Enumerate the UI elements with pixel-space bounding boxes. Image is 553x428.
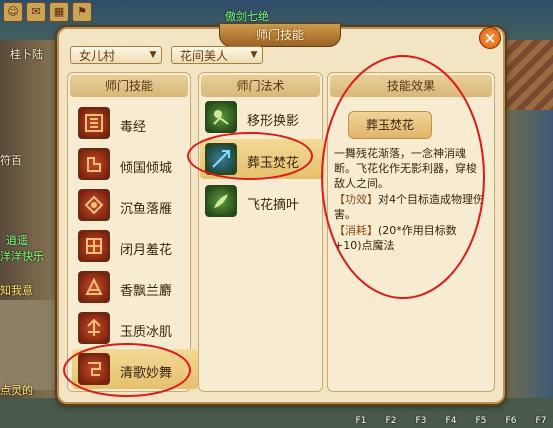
close-button[interactable]: × <box>479 27 501 49</box>
f2-key[interactable]: F2 <box>380 416 402 426</box>
school-skills-panel: 师门技能 毒经 倾国倾城 沉鱼落雁 闭月羞花 香飘兰麝 玉质冰肌 清歌妙舞 <box>67 72 198 392</box>
f6-key[interactable]: F6 <box>500 416 522 426</box>
f3-key[interactable]: F3 <box>410 416 432 426</box>
school-dropdown-value: 女儿村 <box>79 49 116 63</box>
map-name: 傲剑七绝 <box>225 10 269 23</box>
effect-line: 【功效】对4个目标造成物理伤害。 <box>334 192 484 222</box>
chevron-down-icon: ▼ <box>149 50 157 60</box>
fish-goose-icon <box>78 189 110 221</box>
chat-line-2: 洋洋快乐 <box>0 250 44 263</box>
school-skill-item[interactable]: 倾国倾城 <box>78 148 190 186</box>
effect-skill-title: 葬玉焚花 <box>348 111 432 139</box>
school-skill-item[interactable]: 毒经 <box>78 107 190 145</box>
mail-icon[interactable]: ✉ <box>26 2 46 22</box>
calendar-icon[interactable]: ▦ <box>49 2 69 22</box>
flag-icon[interactable]: ⚑ <box>72 2 92 22</box>
school-skill-window: 师门技能 × 女儿村 ▼ 花间美人 ▼ 师门技能 毒经 倾国倾城 沉鱼落雁 闭月… <box>57 23 505 404</box>
skill-label: 清歌妙舞 <box>120 366 173 381</box>
effect-panel: 技能效果 葬玉焚花 一舞残花渐落，一念神消魂断。飞花化作无影利器，穿梭敌人之间。… <box>327 72 495 392</box>
jade-skin-icon <box>78 312 110 344</box>
class-dropdown-value: 花间美人 <box>180 49 229 63</box>
f1-key[interactable]: F1 <box>350 416 372 426</box>
beauty-icon <box>78 148 110 180</box>
class-dropdown[interactable]: 花间美人 ▼ <box>171 46 263 64</box>
method-item[interactable]: 移形换影 <box>205 101 325 139</box>
method-label: 移形换影 <box>247 114 300 129</box>
skill-label: 沉鱼落雁 <box>120 202 173 217</box>
effect-flavor-text: 一舞残花渐落，一念神消魂断。飞花化作无影利器，穿梭敌人之间。 <box>334 147 477 190</box>
npc-name-1: 桂卜陆 <box>10 48 43 61</box>
school-skills-header: 师门技能 <box>70 75 188 97</box>
school-skill-item-selected[interactable]: 清歌妙舞 <box>72 349 198 391</box>
poison-scripture-icon <box>78 107 110 139</box>
skill-label: 香飘兰麝 <box>120 284 173 299</box>
effect-description: 一舞残花渐落，一念神消魂断。飞花化作无影利器，穿梭敌人之间。 【功效】对4个目标… <box>334 146 484 254</box>
top-toolbar: ☺ ✉ ▦ ⚑ <box>0 0 95 26</box>
skill-label: 闭月羞花 <box>120 243 173 258</box>
shadow-shift-icon <box>205 101 237 133</box>
flying-petal-icon <box>205 185 237 217</box>
cost-label: 【消耗】 <box>334 224 378 237</box>
moon-flower-icon <box>78 230 110 262</box>
methods-panel: 师门法术 移形换影 葬玉焚花 飞花摘叶 <box>198 72 325 392</box>
chat-line-1: 逍遥 <box>6 234 28 247</box>
school-skill-item[interactable]: 沉鱼落雁 <box>78 189 190 227</box>
method-item[interactable]: 飞花摘叶 <box>205 185 325 223</box>
window-title: 师门技能 <box>219 23 341 47</box>
f5-key[interactable]: F5 <box>470 416 492 426</box>
dance-icon <box>78 353 110 385</box>
burning-flower-icon <box>205 143 237 175</box>
method-label: 飞花摘叶 <box>247 198 300 213</box>
method-item-selected[interactable]: 葬玉焚花 <box>200 139 325 181</box>
fragrance-icon <box>78 271 110 303</box>
school-skill-item[interactable]: 玉质冰肌 <box>78 312 190 350</box>
school-dropdown[interactable]: 女儿村 ▼ <box>70 46 162 64</box>
chevron-down-icon: ▼ <box>250 50 258 60</box>
function-key-bar: F1 F2 F3 F4 F5 F6 F7 F8 <box>350 416 553 426</box>
effect-label: 【功效】 <box>334 193 378 206</box>
method-label: 葬玉焚花 <box>247 156 300 171</box>
title-bar[interactable]: 师门技能 × <box>59 23 503 49</box>
npc-name-3: 知我意 <box>0 284 33 297</box>
school-skill-item[interactable]: 闭月羞花 <box>78 230 190 268</box>
npc-name-2: 符百 <box>0 154 22 167</box>
f7-key[interactable]: F7 <box>530 416 552 426</box>
skill-label: 倾国倾城 <box>120 161 173 176</box>
methods-header: 师门法术 <box>201 75 320 97</box>
school-skill-item[interactable]: 香飘兰麝 <box>78 271 190 309</box>
f4-key[interactable]: F4 <box>440 416 462 426</box>
road <box>0 300 60 390</box>
cost-line: 【消耗】(20*作用目标数+10)点魔法 <box>334 223 484 253</box>
npc-name-4: 点灵的 <box>0 384 33 397</box>
effect-header: 技能效果 <box>330 75 492 97</box>
status-icon[interactable]: ☺ <box>3 2 23 22</box>
skill-label: 毒经 <box>120 120 147 135</box>
skill-label: 玉质冰肌 <box>120 325 173 340</box>
